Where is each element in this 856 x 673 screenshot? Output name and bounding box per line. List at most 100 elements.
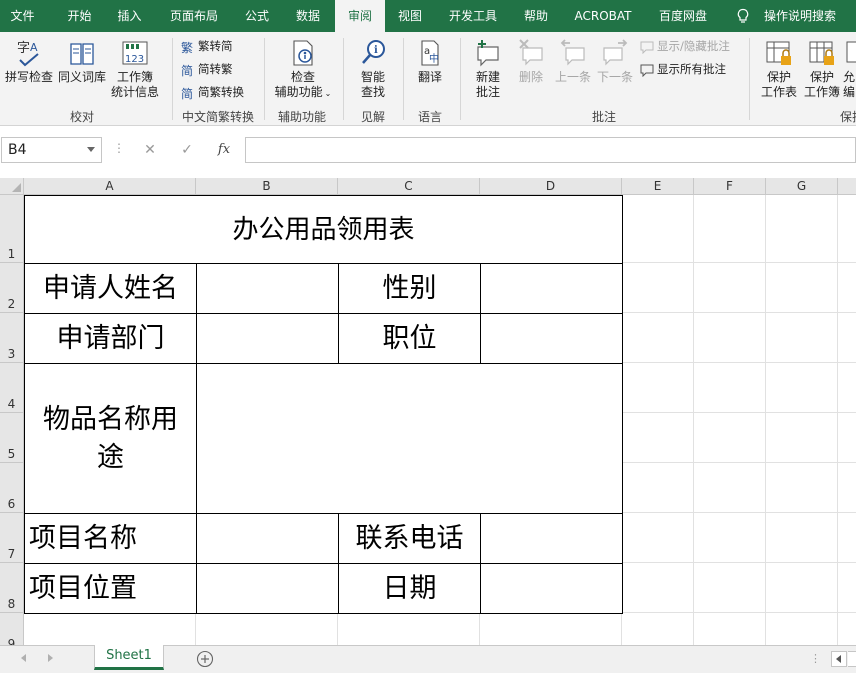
tab-formulas[interactable]: 公式 [236, 0, 278, 32]
cell-b8[interactable] [196, 563, 339, 614]
cell-a3[interactable]: 申请部门 [24, 313, 197, 364]
cell-c8[interactable]: 日期 [338, 563, 481, 614]
cell-a1-title[interactable]: 办公用品领用表 [24, 195, 623, 264]
translate-label: 翻译 [417, 70, 442, 84]
formula-input[interactable] [245, 137, 856, 163]
tab-insert[interactable]: 插入 [107, 0, 152, 32]
previous-comment-button[interactable]: 上一条 [553, 38, 593, 85]
name-box[interactable]: B4 [1, 137, 102, 163]
translate-button[interactable]: a 中 翻译 [410, 38, 450, 85]
column-header-h[interactable] [838, 178, 856, 195]
insert-function-button[interactable]: fx [213, 139, 235, 161]
chevron-down-icon[interactable] [87, 147, 95, 152]
protect-sheet-button[interactable]: 保护 工作表 [756, 38, 802, 100]
row-header-8[interactable]: 8 [0, 563, 24, 613]
tab-acrobat[interactable]: ACROBAT [568, 0, 638, 32]
cell-c3[interactable]: 职位 [338, 313, 481, 364]
svg-text:简: 简 [181, 64, 193, 77]
menu-bar: 文件 开始 插入 页面布局 公式 数据 审阅 视图 开发工具 帮助 ACROBA… [0, 0, 856, 32]
group-separator [460, 38, 461, 120]
row-header-7[interactable]: 7 [0, 513, 24, 563]
lightbulb-icon[interactable] [735, 8, 751, 24]
formula-tools: ✕ ✓ fx [134, 137, 245, 163]
cell-d2[interactable] [480, 263, 623, 314]
column-header-g[interactable]: G [766, 178, 838, 195]
thesaurus-button[interactable]: 同义词库 [57, 38, 107, 85]
row-header-1[interactable]: 1 [0, 195, 24, 263]
column-header-a[interactable]: A [24, 178, 196, 195]
column-header-d[interactable]: D [480, 178, 622, 195]
sheet-tab-sheet1[interactable]: Sheet1 [94, 645, 164, 670]
scroll-left-icon[interactable] [831, 651, 847, 667]
cell-d8[interactable] [480, 563, 623, 614]
previous-sheet-icon[interactable] [21, 654, 26, 662]
next-comment-button[interactable]: 下一条 [595, 38, 635, 85]
cell-b2[interactable] [196, 263, 339, 314]
cell-d7[interactable] [480, 513, 623, 564]
select-all-button[interactable] [0, 178, 24, 195]
column-header-f[interactable]: F [694, 178, 766, 195]
tab-view[interactable]: 视图 [390, 0, 430, 32]
workbook-statistics-button[interactable]: 123 工作簿 统计信息 [110, 38, 160, 100]
cell-a4-merged[interactable]: 物品名称用 途 [24, 363, 197, 514]
tab-review[interactable]: 审阅 [335, 0, 385, 32]
horizontal-scrollbar[interactable] [848, 651, 856, 667]
tab-help[interactable]: 帮助 [515, 0, 557, 32]
tab-data[interactable]: 数据 [287, 0, 329, 32]
chinese-conversion-button[interactable]: 简简繁转换 [181, 82, 244, 102]
enter-icon[interactable]: ✓ [176, 139, 198, 161]
allow-edit-icon [846, 41, 856, 63]
cell-b7[interactable] [196, 513, 339, 564]
drag-handle-icon[interactable]: ⋮ [113, 141, 125, 155]
row-header-5[interactable]: 5 [0, 413, 24, 463]
scroll-split-handle-icon[interactable]: ⋮ [810, 652, 821, 665]
to-traditional-button[interactable]: 简简转繁 [181, 59, 233, 79]
cell-b4-merged[interactable] [196, 363, 623, 514]
row-header-3[interactable]: 3 [0, 313, 24, 363]
tab-developer[interactable]: 开发工具 [441, 0, 505, 32]
cancel-icon[interactable]: ✕ [139, 139, 161, 161]
check-accessibility-button[interactable]: 检查 辅助功能 ⌄ [270, 38, 336, 101]
column-header-c[interactable]: C [338, 178, 480, 195]
tell-me-search[interactable]: 操作说明搜索 [756, 0, 844, 32]
new-comment-button[interactable]: 新建 批注 [466, 38, 510, 100]
tab-home[interactable]: 开始 [57, 0, 102, 32]
smart-lookup-button[interactable]: i 智能 查找 [350, 38, 396, 100]
add-sheet-icon[interactable] [196, 650, 214, 668]
cell-a8[interactable]: 项目位置 [24, 563, 197, 614]
show-all-comments-button[interactable]: 显示所有批注 [640, 59, 726, 79]
smart-lookup-icon: i [362, 40, 385, 64]
new-comment-icon [477, 40, 499, 67]
next-sheet-icon[interactable] [48, 654, 53, 662]
protect-sheet-label-2: 工作表 [760, 85, 797, 99]
row-header-9[interactable]: 9 [0, 613, 24, 645]
column-header-b[interactable]: B [196, 178, 338, 195]
to-simplified-button[interactable]: 繁繁转简 [181, 36, 233, 56]
chinese-conversion-icon: 简 [181, 87, 193, 100]
svg-text:繁: 繁 [181, 40, 193, 54]
row-header-6[interactable]: 6 [0, 463, 24, 513]
cell-c2[interactable]: 性别 [338, 263, 481, 314]
tab-page-layout[interactable]: 页面布局 [163, 0, 225, 32]
delete-comment-button[interactable]: 删除 [512, 38, 550, 85]
spell-check-button[interactable]: 字 A 拼写检查 [4, 38, 54, 85]
protect-group-label: 保护 [839, 110, 856, 124]
cell-c7[interactable]: 联系电话 [338, 513, 481, 564]
tab-baidu-netdisk[interactable]: 百度网盘 [650, 0, 716, 32]
group-separator [403, 38, 404, 120]
show-hide-comment-button[interactable]: 显示/隐藏批注 [640, 36, 730, 56]
cell-a7[interactable]: 项目名称 [24, 513, 197, 564]
row-header-4[interactable]: 4 [0, 363, 24, 413]
allow-edit-ranges-button[interactable]: 允 编 [842, 38, 856, 100]
cell-b3[interactable] [196, 313, 339, 364]
cell-a2[interactable]: 申请人姓名 [24, 263, 197, 314]
cell-d3[interactable] [480, 313, 623, 364]
group-separator [749, 38, 750, 120]
tab-file[interactable]: 文件 [0, 0, 45, 32]
column-header-e[interactable]: E [622, 178, 694, 195]
row-header-2[interactable]: 2 [0, 263, 24, 313]
protect-workbook-button[interactable]: 保护 工作簿 [802, 38, 842, 100]
check-accessibility-label-1: 检查 [290, 70, 315, 84]
row-number: 2 [7, 297, 16, 311]
worksheet-grid[interactable]: A B C D E F G 1 2 3 4 5 6 7 8 9 办公用品领用表 … [0, 178, 856, 645]
